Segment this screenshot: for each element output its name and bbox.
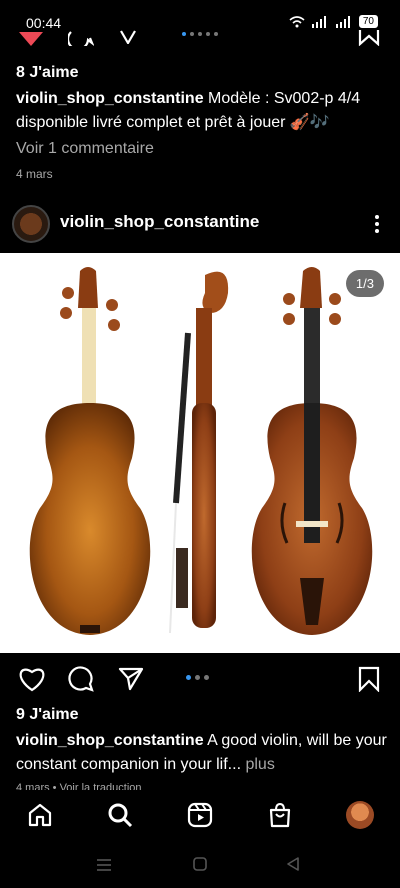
back-icon[interactable] [286, 857, 300, 871]
nav-search[interactable] [105, 800, 135, 830]
nav-reels[interactable] [185, 800, 215, 830]
post-image[interactable] [0, 253, 400, 653]
bookmark-icon[interactable] [358, 666, 380, 692]
post-caption: violin_shop_constantine A good violin, w… [16, 729, 391, 777]
home-button-icon[interactable] [193, 857, 207, 871]
comment-icon[interactable] [68, 30, 94, 46]
previous-post-date: 4 mars [16, 167, 53, 181]
avatar[interactable] [12, 205, 50, 243]
search-icon [108, 803, 133, 828]
nav-profile[interactable] [345, 800, 375, 830]
more-link[interactable]: plus [241, 756, 274, 773]
previous-post-actions [0, 30, 400, 48]
image-counter: 1/3 [345, 270, 384, 297]
send-icon[interactable] [120, 30, 136, 44]
recents-icon[interactable] [96, 858, 112, 872]
caption-username[interactable]: violin_shop_constantine [16, 732, 204, 749]
heart-icon[interactable] [18, 666, 46, 692]
heart-filled-icon[interactable] [18, 32, 44, 48]
bottom-nav [0, 790, 400, 842]
post-likes[interactable]: 9 J'aime [16, 706, 79, 724]
violin-side [169, 271, 229, 634]
home-icon [28, 803, 52, 827]
carousel-indicator [186, 675, 209, 680]
caption-username[interactable]: violin_shop_constantine [16, 90, 204, 107]
status-icons: 70 [289, 15, 378, 28]
profile-avatar [346, 801, 374, 829]
post-meta[interactable]: 4 mars • Voir la traduction [16, 782, 142, 790]
violin-back [29, 267, 151, 635]
violin-front [251, 267, 373, 635]
reels-icon [187, 802, 213, 828]
signal-icon [311, 15, 326, 28]
status-time: 00:44 [26, 15, 62, 31]
signal-icon-2 [335, 15, 350, 28]
carousel-dot-active [186, 675, 191, 680]
nav-home[interactable] [25, 800, 55, 830]
post-username[interactable]: violin_shop_constantine [60, 212, 259, 232]
wifi-icon [289, 15, 305, 27]
violin-illustration [29, 267, 373, 635]
view-comments-link[interactable]: Voir 1 commentaire [16, 140, 154, 158]
post-actions [0, 660, 400, 700]
comment-icon[interactable] [68, 666, 94, 692]
more-options-icon[interactable] [374, 214, 380, 234]
bookmark-icon[interactable] [358, 30, 380, 46]
previous-post-likes[interactable]: 8 J'aime [16, 64, 79, 82]
send-icon[interactable] [118, 666, 144, 692]
shop-icon [269, 802, 291, 828]
system-nav-bar [0, 842, 400, 888]
battery-level: 70 [358, 15, 378, 28]
carousel-dot [204, 675, 209, 680]
nav-shop[interactable] [265, 800, 295, 830]
previous-post-caption: violin_shop_constantine Modèle : Sv002-p… [16, 87, 391, 135]
carousel-dots [182, 32, 218, 36]
carousel-dot [195, 675, 200, 680]
